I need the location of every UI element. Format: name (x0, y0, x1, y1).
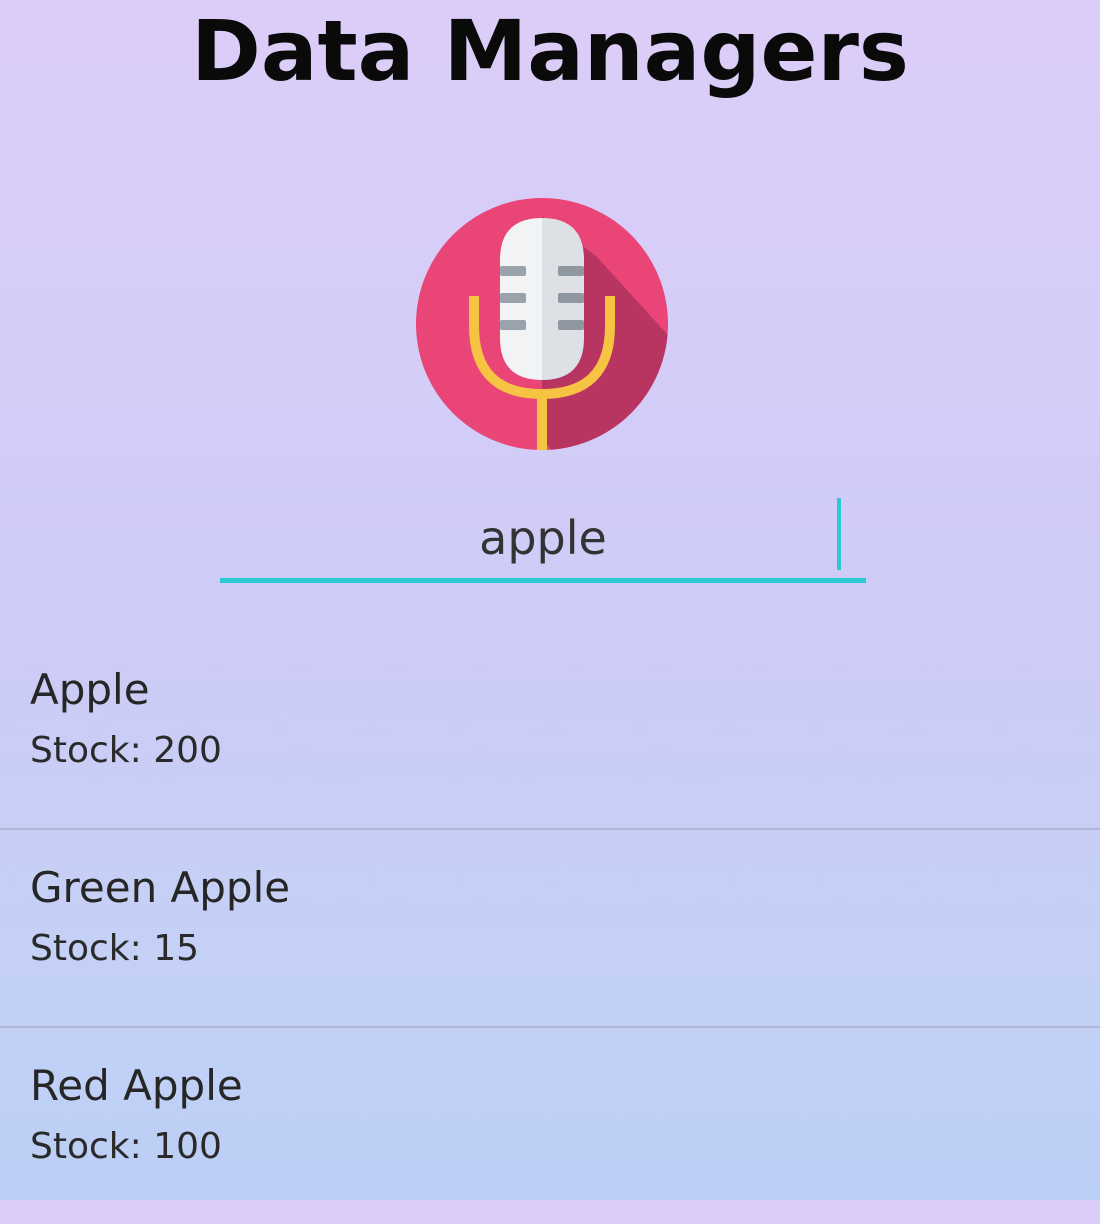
item-name: Apple (30, 665, 150, 714)
list-item[interactable]: Green Apple Stock: 15 (0, 830, 1100, 1028)
search-field[interactable] (220, 498, 866, 584)
app-screen: Data Managers apple Apple Stock: 200 Gre… (0, 0, 1100, 1200)
list-item[interactable]: Red Apple Stock: 100 (0, 1028, 1100, 1224)
item-stock: Stock: 15 (30, 928, 200, 969)
microphone-icon (416, 198, 668, 450)
text-caret (837, 498, 841, 570)
list-item[interactable]: Apple Stock: 200 (0, 632, 1100, 830)
item-stock: Stock: 200 (30, 730, 222, 771)
voice-search-button[interactable] (416, 198, 668, 450)
search-input[interactable] (220, 498, 866, 578)
results-list: Apple Stock: 200 Green Apple Stock: 15 R… (0, 632, 1100, 1224)
page-title: Data Managers (191, 2, 909, 100)
search-underline (220, 578, 866, 583)
item-name: Red Apple (30, 1061, 243, 1110)
item-stock: Stock: 100 (30, 1126, 222, 1167)
item-name: Green Apple (30, 863, 291, 912)
